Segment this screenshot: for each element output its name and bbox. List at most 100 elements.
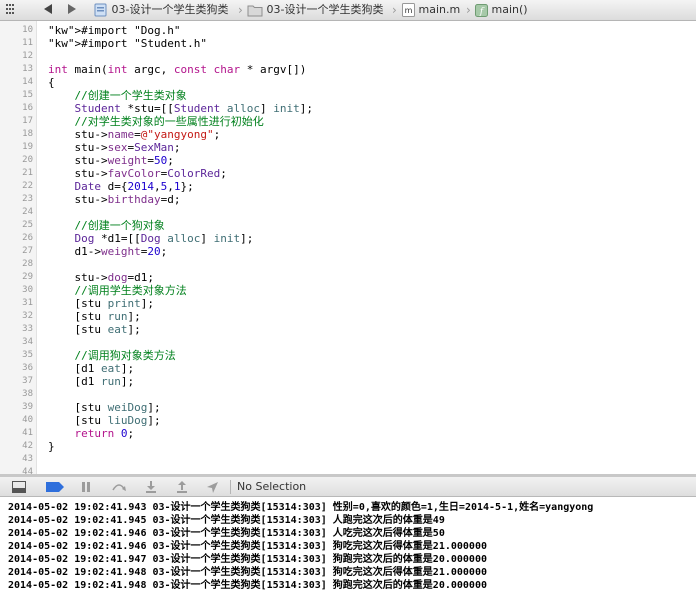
breadcrumb-separator-icon: › bbox=[238, 3, 243, 17]
code-line[interactable]: 31 [stu print]; bbox=[0, 297, 696, 310]
line-number: 20 bbox=[22, 155, 33, 165]
breakpoints-toggle-icon[interactable] bbox=[46, 477, 64, 496]
line-number: 36 bbox=[22, 363, 33, 373]
code-line[interactable]: 35 //调用狗对象类方法 bbox=[0, 349, 696, 362]
code-text: [d1 run]; bbox=[48, 375, 135, 388]
code-line[interactable]: 23 stu->birthday=d; bbox=[0, 193, 696, 206]
line-number: 24 bbox=[22, 207, 33, 217]
code-line[interactable]: 20 stu->weight=50; bbox=[0, 154, 696, 167]
line-number: 18 bbox=[22, 129, 33, 139]
hide-debug-area-icon[interactable] bbox=[12, 477, 26, 496]
code-line[interactable]: 15 //创建一个学生类对象 bbox=[0, 89, 696, 102]
code-line[interactable]: 42} bbox=[0, 440, 696, 453]
code-text: //创建一个学生类对象 bbox=[48, 89, 187, 102]
code-text: } bbox=[48, 440, 55, 453]
line-number: 21 bbox=[22, 168, 33, 178]
code-line[interactable]: 27 d1->weight=20; bbox=[0, 245, 696, 258]
code-text: Student *stu=[[Student alloc] init]; bbox=[74, 102, 313, 115]
code-line[interactable]: 14 { bbox=[0, 76, 696, 89]
code-line[interactable]: 36 [d1 eat]; bbox=[0, 362, 696, 375]
code-line[interactable]: 10 "kw">#import "Dog.h" bbox=[0, 24, 696, 37]
code-text: "kw">#import "Student.h" bbox=[48, 37, 207, 50]
line-number: 30 bbox=[22, 285, 33, 295]
code-line[interactable]: 38 bbox=[0, 388, 696, 401]
code-line[interactable]: 12 bbox=[0, 50, 696, 63]
console-line: 2014-05-02 19:02:41.947 03-设计一个学生类狗类[153… bbox=[8, 554, 487, 565]
project-icon bbox=[94, 3, 107, 17]
step-out-icon[interactable] bbox=[176, 477, 188, 496]
code-text: //调用学生类对象方法 bbox=[48, 284, 187, 297]
code-line[interactable]: 18 stu->name=@"yangyong"; bbox=[0, 128, 696, 141]
line-number: 40 bbox=[22, 415, 33, 425]
code-line[interactable]: 21 stu->favColor=ColorRed; bbox=[0, 167, 696, 180]
code-line[interactable]: 16 Student *stu=[[Student alloc] init]; bbox=[0, 102, 696, 115]
code-text: stu->sex=SexMan; bbox=[48, 141, 181, 154]
breadcrumb-project[interactable]: 03-设计一个学生类狗类 bbox=[94, 0, 228, 20]
code-line[interactable]: 43 bbox=[0, 453, 696, 466]
step-into-icon[interactable] bbox=[145, 477, 157, 496]
line-number: 23 bbox=[22, 194, 33, 204]
code-line[interactable]: 25 //创建一个狗对象 bbox=[0, 219, 696, 232]
line-number: 15 bbox=[22, 90, 33, 100]
line-number: 37 bbox=[22, 376, 33, 386]
code-line[interactable]: 33 [stu eat]; bbox=[0, 323, 696, 336]
step-over-icon[interactable] bbox=[112, 477, 126, 496]
line-number: 44 bbox=[22, 467, 33, 474]
code-line[interactable]: 19 stu->sex=SexMan; bbox=[0, 141, 696, 154]
code-line[interactable]: 26 Dog *d1=[[Dog alloc] init]; bbox=[0, 232, 696, 245]
breadcrumb-separator-icon: › bbox=[392, 3, 397, 17]
back-arrow-icon[interactable] bbox=[44, 0, 52, 20]
line-number: 25 bbox=[22, 220, 33, 230]
code-line[interactable]: 29 stu->dog=d1; bbox=[0, 271, 696, 284]
pause-icon[interactable] bbox=[81, 477, 91, 496]
simulate-location-icon[interactable] bbox=[207, 477, 218, 496]
code-line[interactable]: 37 [d1 run]; bbox=[0, 375, 696, 388]
line-number: 27 bbox=[22, 246, 33, 256]
code-text: stu->weight=50; bbox=[48, 154, 174, 167]
breadcrumb-label: main.m bbox=[418, 3, 461, 16]
code-line[interactable]: 28 bbox=[0, 258, 696, 271]
line-number: 35 bbox=[22, 350, 33, 360]
code-text: [stu run]; bbox=[48, 310, 141, 323]
m-file-icon: m bbox=[402, 3, 415, 17]
code-text: //调用狗对象类方法 bbox=[48, 349, 176, 362]
breadcrumb-label: 03-设计一个学生类狗类 bbox=[266, 3, 384, 16]
line-number: 29 bbox=[22, 272, 33, 282]
code-text: [d1 eat]; bbox=[48, 362, 135, 375]
code-line[interactable]: 40 [stu liuDog]; bbox=[0, 414, 696, 427]
code-editor[interactable]: 10 "kw">#import "Dog.h" 11 "kw">#import "St… bbox=[0, 21, 696, 474]
console-line: 2014-05-02 19:02:41.948 03-设计一个学生类狗类[153… bbox=[8, 580, 487, 591]
code-line[interactable]: 22 Date d={2014,5,1}; bbox=[0, 180, 696, 193]
line-number: 17 bbox=[22, 116, 33, 126]
svg-text:m: m bbox=[405, 6, 413, 15]
console-line: 2014-05-02 19:02:41.948 03-设计一个学生类狗类[153… bbox=[8, 567, 487, 578]
line-number: 14 bbox=[22, 77, 33, 87]
code-line[interactable]: 39 [stu weiDog]; bbox=[0, 401, 696, 414]
code-line[interactable]: 32 [stu run]; bbox=[0, 310, 696, 323]
code-text: d1->weight=20; bbox=[48, 245, 168, 258]
breadcrumb-folder[interactable]: 03-设计一个学生类狗类 bbox=[247, 0, 383, 20]
breadcrumb-function[interactable]: f main() bbox=[475, 0, 528, 20]
line-number: 43 bbox=[22, 454, 33, 464]
code-line[interactable]: 24 bbox=[0, 206, 696, 219]
code-text: Date d={2014,5,1}; bbox=[74, 180, 194, 193]
code-line[interactable]: 30 //调用学生类对象方法 bbox=[0, 284, 696, 297]
code-line[interactable]: 44 bbox=[0, 466, 696, 474]
forward-arrow-icon[interactable] bbox=[68, 0, 76, 20]
code-line[interactable]: 11 "kw">#import "Student.h" bbox=[0, 37, 696, 50]
code-line[interactable]: 13 int main(int argc, const char * argv[]… bbox=[0, 63, 696, 76]
breadcrumb-file[interactable]: m main.m bbox=[402, 0, 460, 20]
line-number: 19 bbox=[22, 142, 33, 152]
related-items-icon[interactable] bbox=[6, 0, 18, 20]
code-text: stu->name=@"yangyong"; bbox=[48, 128, 221, 141]
code-text: stu->favColor=ColorRed; bbox=[48, 167, 227, 180]
console-line: 2014-05-02 19:02:41.943 03-设计一个学生类狗类[153… bbox=[8, 502, 594, 513]
folder-icon bbox=[247, 5, 263, 16]
console-output[interactable]: 2014-05-02 19:02:41.943 03-设计一个学生类狗类[153… bbox=[0, 497, 696, 599]
code-line[interactable]: 34 bbox=[0, 336, 696, 349]
jump-bar: 03-设计一个学生类狗类 › 03-设计一个学生类狗类 › m main.m ›… bbox=[0, 0, 696, 21]
line-number: 34 bbox=[22, 337, 33, 347]
code-line[interactable]: 17 //对学生类对象的一些属性进行初始化 bbox=[0, 115, 696, 128]
code-text: //对学生类对象的一些属性进行初始化 bbox=[48, 115, 264, 128]
code-line[interactable]: 41 return 0; bbox=[0, 427, 696, 440]
